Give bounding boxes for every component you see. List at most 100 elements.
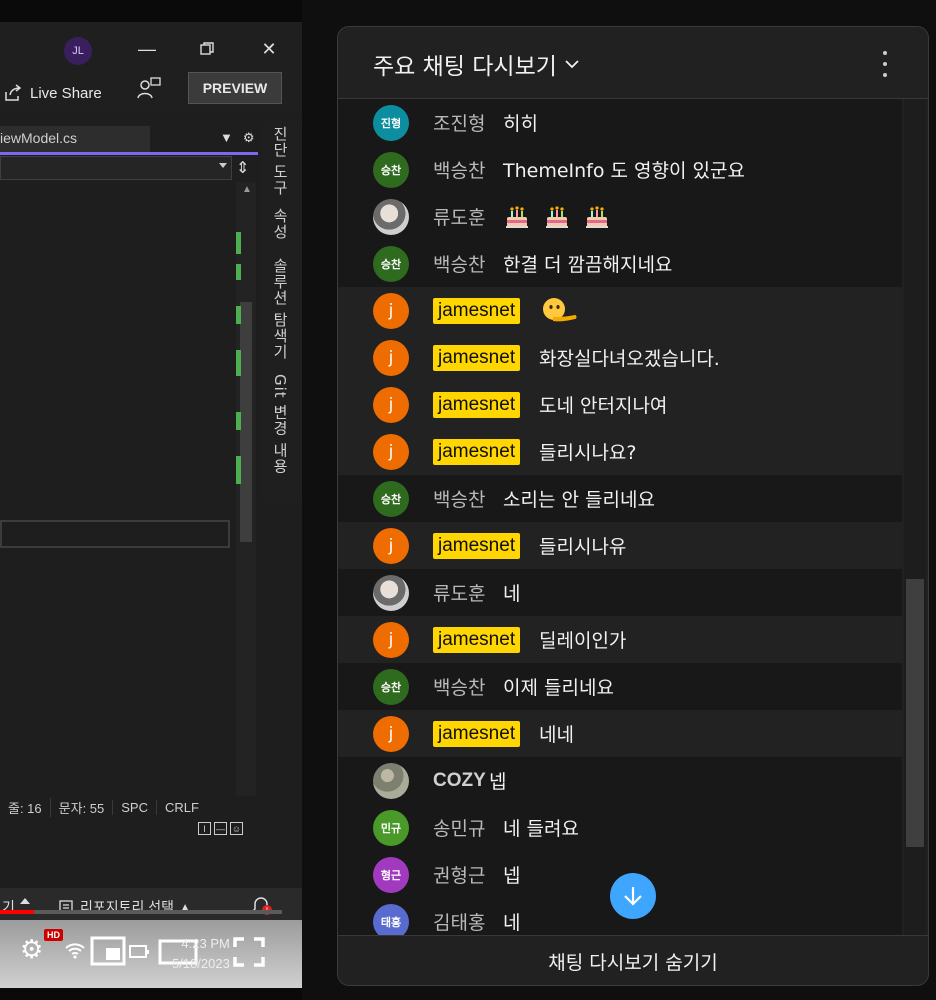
avatar[interactable]: j <box>373 292 409 329</box>
highlighted-line <box>0 520 230 548</box>
avatar[interactable]: 민규 <box>373 809 409 846</box>
chat-scrollbar[interactable] <box>904 99 926 935</box>
chat-message: 류도훈 네 <box>338 569 902 616</box>
ide-titlebar: JL — ✕ <box>0 22 302 72</box>
avatar[interactable]: 태홍 <box>373 903 409 935</box>
message-text <box>539 295 579 327</box>
avatar[interactable]: 승찬 <box>373 151 409 188</box>
arrow-down-icon <box>624 887 642 906</box>
minus-icon: — <box>214 822 227 835</box>
message-text: 도네 안터지나여 <box>539 395 668 417</box>
ide-statusbar: 줄: 16 문자: 55 SPC CRLF <box>0 796 262 818</box>
ide-window: JL — ✕ Live Share PREVIEW iewModel.cs ▼ ⚙ <box>0 22 302 988</box>
status-crlf: CRLF <box>156 799 207 815</box>
chat-message: j jamesnet 화장실다녀오겠습니다. <box>338 334 902 381</box>
message-author[interactable]: 조진형 <box>433 109 485 136</box>
avatar[interactable]: 승찬 <box>373 668 409 705</box>
code-editor <box>0 182 232 802</box>
scroll-up-icon: ▲ <box>242 184 252 195</box>
clock-date: 5/18/2023 <box>172 956 230 971</box>
status-col: 문자: 55 <box>49 797 113 817</box>
hide-chat-replay-button[interactable]: 채팅 다시보기 숨기기 <box>338 935 928 985</box>
message-author[interactable]: 송민규 <box>433 814 485 841</box>
wifi-icon <box>65 943 85 959</box>
share-icon <box>5 84 22 101</box>
system-clock: 4:23 PM 5/18/2023 <box>172 934 230 974</box>
avatar[interactable]: j <box>373 386 409 423</box>
chat-message: j jamesnet 딜레이인가 <box>338 616 902 663</box>
message-author[interactable]: 류도훈 <box>433 579 485 606</box>
chat-message: j jamesnet 도네 안터지나여 <box>338 381 902 428</box>
chat-message-list[interactable]: 진형 조진형 히히 승찬 백승찬 ThemeInfo 도 영향이 있군요 류도훈 승찬 백승찬 한… <box>338 99 902 935</box>
message-author[interactable]: jamesnet <box>433 532 521 559</box>
settings-gear-icon[interactable]: ⚙ <box>20 934 43 965</box>
avatar[interactable] <box>373 574 409 611</box>
message-author[interactable]: jamesnet <box>433 720 521 747</box>
chat-message: j jamesnet 들리시나요? <box>338 428 902 475</box>
message-author[interactable]: jamesnet <box>433 626 521 653</box>
birthday-cake-icon <box>506 205 528 228</box>
battery-icon <box>129 945 149 958</box>
avatar[interactable]: j <box>373 715 409 752</box>
birthday-cake-icon <box>586 205 608 228</box>
message-text: 딜레이인가 <box>539 630 627 652</box>
avatar[interactable]: 진형 <box>373 104 409 141</box>
avatar[interactable]: 승찬 <box>373 480 409 517</box>
chat-message: j jamesnet <box>338 287 902 334</box>
message-author[interactable]: 백승찬 <box>433 156 485 183</box>
message-text: 넵 <box>489 771 507 793</box>
avatar[interactable]: j <box>373 527 409 564</box>
status-icons: I — ☺ <box>198 822 243 835</box>
message-author[interactable]: jamesnet <box>433 438 521 465</box>
caret-up-icon <box>20 898 30 904</box>
message-author[interactable]: 백승찬 <box>433 485 485 512</box>
birthday-cake-icon <box>546 205 568 228</box>
message-text: ThemeInfo 도 영향이 있군요 <box>503 160 745 182</box>
message-text: 네네 <box>539 724 574 746</box>
message-text: 들리시나요? <box>539 442 637 464</box>
truncated-label: 기 <box>2 899 15 915</box>
ide-bottom-bar: 기 리포지토리 선택 ▲ ! <box>0 888 302 924</box>
message-author[interactable]: COZY <box>433 770 486 792</box>
editor-tab-strip: iewModel.cs ▼ ⚙ <box>0 126 262 152</box>
more-options-icon[interactable] <box>878 51 892 77</box>
repo-label: 리포지토리 선택 <box>80 899 175 915</box>
scroll-to-bottom-button[interactable] <box>610 873 656 919</box>
video-progress-fill <box>0 910 34 914</box>
message-author[interactable]: 김태홍 <box>433 908 485 935</box>
avatar[interactable]: j <box>373 339 409 376</box>
avatar[interactable] <box>373 762 409 799</box>
editor-scrollbar: ▲ ▼ <box>236 182 256 812</box>
avatar[interactable] <box>373 198 409 235</box>
avatar[interactable]: j <box>373 433 409 470</box>
message-author[interactable]: 류도훈 <box>433 203 485 230</box>
feedback-icon: ☺ <box>230 822 243 835</box>
video-progress-bar[interactable] <box>0 910 282 914</box>
video-player[interactable]: JL — ✕ Live Share PREVIEW iewModel.cs ▼ ⚙ <box>0 0 302 1000</box>
peeking-face-icon <box>543 297 577 321</box>
message-author[interactable]: 백승찬 <box>433 673 485 700</box>
message-author[interactable]: jamesnet <box>433 344 521 371</box>
avatar[interactable]: 형근 <box>373 856 409 893</box>
tab-accent-line <box>0 152 258 155</box>
message-author[interactable]: 백승찬 <box>433 250 485 277</box>
chat-message: 승찬 백승찬 이제 들리네요 <box>338 663 902 710</box>
side-panel-git-changes: Git 변경 내용 <box>271 374 289 475</box>
avatar[interactable]: j <box>373 621 409 658</box>
chat-mode-dropdown[interactable]: 주요 채팅 다시보기 <box>373 47 579 81</box>
minimize-icon: — <box>138 38 156 59</box>
message-text: 히히 <box>503 113 538 135</box>
chat-scroll-thumb[interactable] <box>906 579 924 847</box>
chat-title: 주요 채팅 다시보기 <box>373 54 557 80</box>
message-text: 한결 더 깜끔해지네요 <box>503 254 673 276</box>
ide-side-panels: 진단 도구 속성 솔루션 탐색기 Git 변경 내용 <box>262 122 302 502</box>
message-author[interactable]: 권형근 <box>433 861 485 888</box>
miniplayer-icon[interactable] <box>90 936 126 966</box>
message-author[interactable]: jamesnet <box>433 391 521 418</box>
insert-mode-icon: I <box>198 822 211 835</box>
chat-message: 민규 송민규 네 들려요 <box>338 804 902 851</box>
message-author[interactable]: jamesnet <box>433 297 521 324</box>
message-text: 화장실다녀오겠습니다. <box>539 348 720 370</box>
avatar[interactable]: 승찬 <box>373 245 409 282</box>
fullscreen-icon[interactable] <box>232 936 266 968</box>
